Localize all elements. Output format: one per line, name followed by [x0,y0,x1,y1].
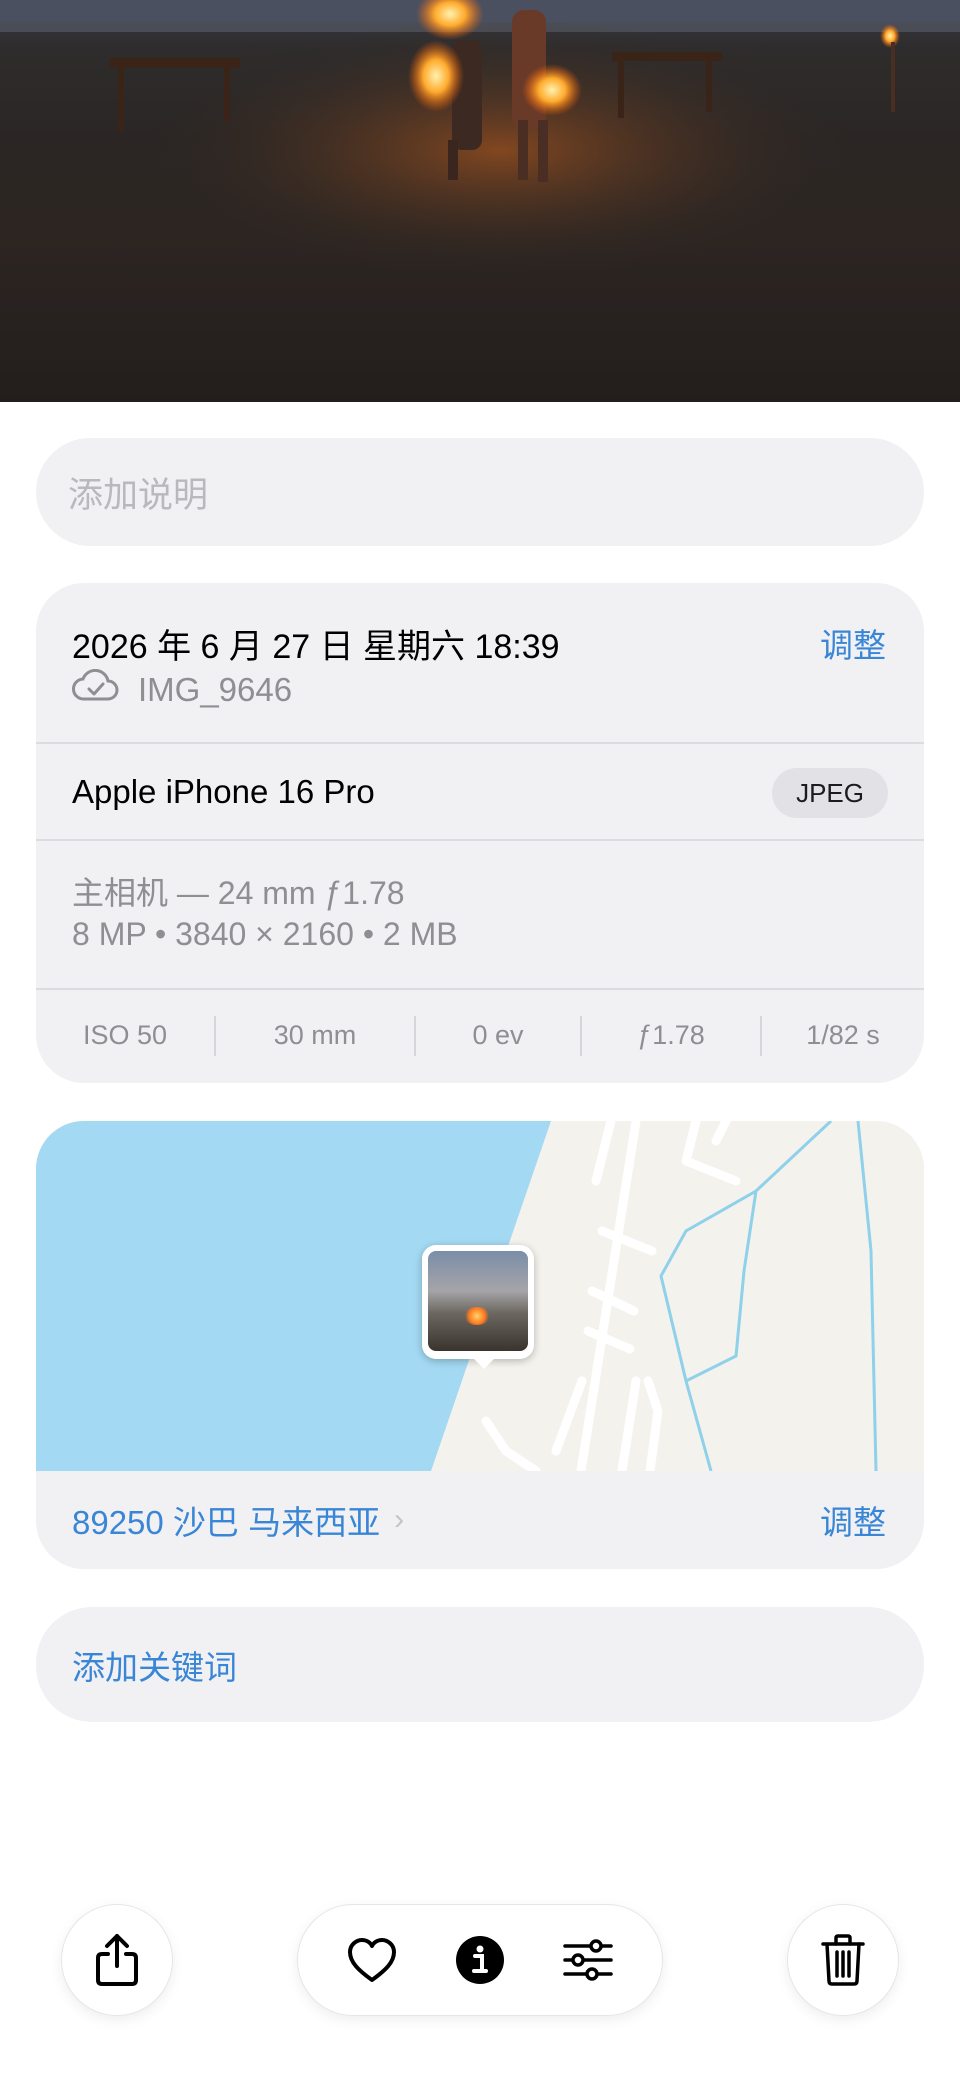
caption-placeholder: 添加说明 [68,475,209,515]
lens-info: 主相机 — 24 mm ƒ1.78 [72,875,405,911]
add-keywords-label: 添加关键词 [72,1648,237,1686]
delete-button[interactable] [788,1905,898,2015]
exif-focal-length: 30 mm [273,1020,357,1050]
file-name: IMG_9646 [138,671,293,708]
pin-pointer [472,1357,496,1369]
info-icon[interactable] [445,1925,515,1995]
photo-info-card: 2026 年 6 月 27 日 星期六 18:39 调整 IMG_9646 Ap… [36,583,924,1083]
exif-iso: ISO 50 [82,1020,168,1050]
pin-thumbnail [428,1251,528,1351]
exif-row: ISO 50 30 mm 0 ev ƒ1.78 1/82 s [36,988,924,1083]
trash-icon [808,1925,878,1995]
file-name-row: IMG_9646 [72,668,293,711]
location-link[interactable]: 89250 沙巴 马来西亚 › [72,1496,404,1544]
exif-exposure-bias: 0 ev [472,1020,524,1050]
resolution-info: 8 MP • 3840 × 2160 • 2 MB [72,916,458,952]
photo-scene [0,0,960,280]
cloud-check-icon [72,668,120,711]
device-name: Apple iPhone 16 Pro [72,773,375,810]
capture-date: 2026 年 6 月 27 日 星期六 18:39 [72,628,560,666]
location-map[interactable] [36,1121,924,1471]
heart-icon[interactable] [337,1925,407,1995]
adjust-location-button[interactable]: 调整 [820,1496,886,1544]
share-button[interactable] [62,1905,172,2015]
actions-pill [298,1905,662,2015]
exif-aperture: ƒ1.78 [637,1020,705,1050]
format-badge: JPEG [772,768,888,818]
photo-location-pin[interactable] [422,1245,534,1359]
divider [36,742,924,744]
location-card: 89250 沙巴 马来西亚 › 调整 [36,1121,924,1569]
photo-preview[interactable] [0,0,960,402]
adjust-date-button[interactable]: 调整 [820,619,886,667]
pin-thumbnail-fire [464,1307,490,1325]
add-keywords-button[interactable]: 添加关键词 [36,1607,924,1722]
sliders-icon[interactable] [553,1925,623,1995]
exif-shutter-speed: 1/82 s [806,1020,880,1050]
chevron-right-icon: › [394,1503,405,1536]
share-icon [82,1925,152,1995]
divider [36,839,924,841]
rivers [659,1121,878,1471]
caption-field[interactable]: 添加说明 [36,438,924,546]
location-label: 89250 沙巴 马来西亚 [72,1504,381,1541]
